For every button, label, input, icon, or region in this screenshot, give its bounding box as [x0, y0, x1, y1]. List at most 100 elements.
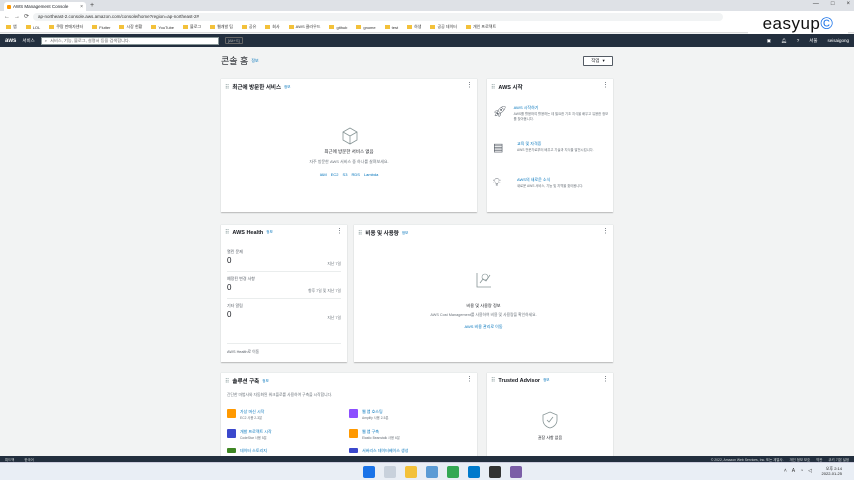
drag-handle-icon[interactable]: ⠿	[358, 230, 362, 237]
link-lambda[interactable]: Lambda	[364, 172, 378, 177]
lightbulb-icon: 💡︎	[493, 177, 501, 189]
chrome-icon[interactable]	[447, 466, 459, 478]
aws-logo[interactable]: aws	[5, 38, 16, 44]
info-link[interactable]: 정보	[402, 231, 408, 236]
folder-icon	[92, 25, 98, 30]
store-icon[interactable]	[426, 466, 438, 478]
language-selector[interactable]: 한국어	[24, 457, 33, 462]
file-explorer-icon[interactable]	[405, 466, 417, 478]
help-icon[interactable]: ?	[797, 38, 800, 44]
widget-menu-icon[interactable]: ⋮	[466, 375, 473, 383]
info-link[interactable]: 정보	[284, 85, 290, 90]
vscode-icon[interactable]	[468, 466, 480, 478]
widget-title: Trusted Advisor	[498, 377, 541, 384]
stat-value[interactable]: 0	[227, 256, 231, 265]
solution-title[interactable]: 서버리스 데이터베이스 생성	[362, 448, 408, 454]
go-to-health-link[interactable]: AWS Health로 이동	[227, 350, 259, 355]
stat-value[interactable]: 0	[227, 283, 231, 292]
link-s3[interactable]: S3	[343, 172, 348, 177]
folder-icon	[183, 24, 189, 29]
stat-value[interactable]: 0	[227, 310, 231, 319]
bookmark-item[interactable]: github	[329, 25, 347, 30]
solution-item[interactable]: 웹 앱 구축 Elastic Beanstalk 사용 6분	[349, 429, 400, 440]
solution-item[interactable]: 데이터 스토리지	[227, 448, 267, 454]
drag-handle-icon[interactable]: ⠿	[491, 84, 495, 91]
info-link[interactable]: 정보	[262, 379, 268, 384]
bookmark-item[interactable]: 시장 현황	[119, 24, 142, 30]
bookmark-item[interactable]: 블로그	[183, 24, 201, 30]
region-selector[interactable]: 서울	[809, 38, 817, 44]
terms-link[interactable]: 약관	[816, 457, 822, 462]
widget-menu-icon[interactable]: ⋮	[602, 81, 609, 89]
browser-tab[interactable]: AWS Management Console ×	[4, 2, 86, 11]
solution-item[interactable]: 서버리스 데이터베이스 생성	[349, 448, 408, 454]
search-input[interactable]: ⌕ 서비스, 기능, 블로그, 설명서 등을 검색합니다.	[40, 36, 219, 45]
drag-handle-icon[interactable]: ⠿	[225, 84, 229, 91]
app-icon[interactable]	[510, 466, 522, 478]
feedback-link[interactable]: 피드백	[5, 457, 14, 462]
solution-item[interactable]: 웹 앱 호스팅 Amplify 사용 2-5분	[349, 409, 389, 420]
close-tab-icon[interactable]: ×	[80, 4, 83, 10]
bookmark-item[interactable]: YouTube	[151, 25, 174, 30]
maximize-icon[interactable]: □	[831, 1, 835, 7]
wifi-icon[interactable]: ◔	[800, 468, 803, 474]
bookmark-item[interactable]: 쿠팡 판매자센터	[49, 24, 83, 30]
url-input[interactable]: ap-northeast-2.console.aws.amazon.com/co…	[33, 12, 724, 21]
windows-icon[interactable]	[363, 466, 375, 478]
bookmark-item[interactable]: 공공 데이터	[430, 24, 457, 30]
solution-item[interactable]: 가상 머신 시작 EC2 사용 2-3분	[227, 409, 264, 420]
solution-item[interactable]: 개발 프로젝트 시작 CodeStar 사용 5분	[227, 429, 272, 440]
bookmark-item[interactable]: AWS 클라우드	[288, 24, 321, 30]
actions-button[interactable]: 작업 ▾	[583, 56, 613, 66]
bookmark-item[interactable]: 개인 프로젝트	[465, 24, 496, 30]
chevron-up-icon[interactable]: ˄	[784, 468, 787, 474]
go-to-cost-link[interactable]: AWS 비용 관리로 이동	[354, 324, 613, 330]
widget-menu-icon[interactable]: ⋮	[602, 375, 609, 383]
search-icon[interactable]	[384, 466, 396, 478]
bookmark-label: 쿠팡 판매자센터	[56, 24, 84, 29]
bookmark-item[interactable]: gnome	[356, 25, 376, 30]
privacy-link[interactable]: 개인 정보 보호	[790, 457, 811, 462]
reload-icon[interactable]: ⟳	[24, 13, 29, 20]
build-solution-widget: ⠿ 솔루션 구축 정보 ⋮ 간단한 마법사와 자동화된 워크플로를 사용하여 구…	[221, 372, 477, 456]
bookmark-item[interactable]: Flutter	[92, 25, 110, 30]
link-iam[interactable]: IAM	[320, 172, 327, 177]
info-link[interactable]: 정보	[266, 230, 272, 235]
close-window-icon[interactable]: ×	[846, 1, 850, 7]
drag-handle-icon[interactable]: ⠿	[225, 378, 229, 385]
drag-handle-icon[interactable]: ⠿	[491, 377, 495, 384]
new-tab-icon[interactable]: +	[90, 2, 94, 9]
empty-title: 비용 및 사용량 정보	[466, 303, 501, 308]
drag-handle-icon[interactable]: ⠿	[225, 229, 229, 236]
clock[interactable]: 오후 2:14 2022-01-25	[822, 466, 842, 476]
widget-menu-icon[interactable]: ⋮	[602, 227, 609, 235]
bookmark-item[interactable]: 앱	[6, 24, 17, 30]
cloudshell-icon[interactable]: ▣	[767, 38, 771, 44]
bookmark-item[interactable]: LOL	[25, 24, 41, 30]
trusted-advisor-widget: ⠿ Trusted Advisor 정보 ⋮ 권장 사항 없음	[487, 372, 613, 456]
link-ec2[interactable]: EC2	[331, 172, 339, 177]
link-rds[interactable]: RDS	[351, 172, 359, 177]
bookmark-label: LOL	[32, 24, 41, 30]
services-menu[interactable]: 서비스	[22, 38, 34, 44]
bookmark-item[interactable]: 웹개발 팁	[210, 24, 233, 30]
account-menu[interactable]: seisaigong	[827, 38, 849, 44]
minimize-icon[interactable]: —	[813, 1, 819, 7]
bookmark-item[interactable]: 하생	[407, 24, 421, 30]
forward-icon[interactable]: →	[14, 14, 20, 20]
input-language[interactable]: A	[792, 468, 795, 474]
cookie-link[interactable]: 쿠키 기본 설정	[828, 457, 849, 462]
solution-title[interactable]: 데이터 스토리지	[240, 448, 267, 454]
page-info-link[interactable]: 정보	[251, 58, 258, 64]
back-icon[interactable]: ←	[4, 14, 10, 20]
widget-menu-icon[interactable]: ⋮	[466, 81, 473, 89]
bookmark-item[interactable]: 회사	[265, 24, 280, 30]
bookmark-item[interactable]: test	[384, 25, 398, 30]
widget-menu-icon[interactable]: ⋮	[336, 227, 343, 235]
info-link[interactable]: 정보	[543, 378, 549, 383]
notifications-icon[interactable]: 🔔︎	[781, 38, 787, 44]
volume-icon[interactable]: ◁	[808, 468, 812, 474]
bookmark-item[interactable]: 공유	[241, 24, 256, 30]
terminal-icon[interactable]	[489, 466, 501, 478]
bookmark-label: AWS 클라우드	[295, 24, 321, 29]
